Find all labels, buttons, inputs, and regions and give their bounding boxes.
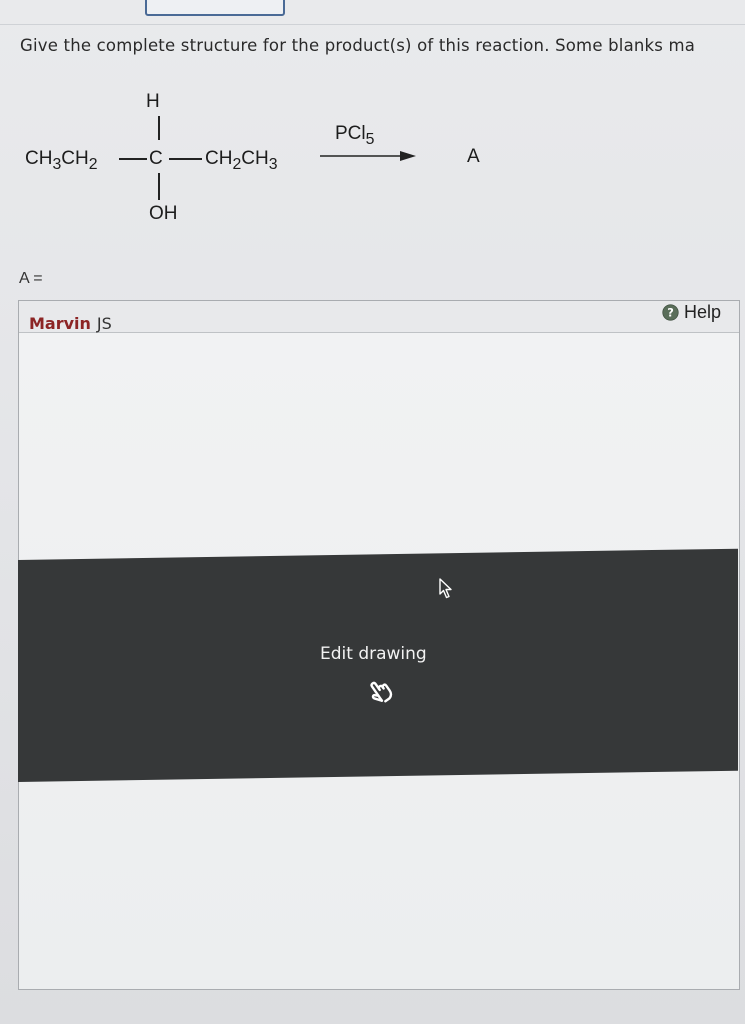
- product-label: A: [467, 146, 480, 167]
- answer-label: A =: [19, 270, 43, 287]
- marvin-header: Marvin JS ? Help: [19, 301, 739, 333]
- marvin-brand: Marvin: [29, 314, 91, 333]
- section-divider: [0, 24, 745, 25]
- marvin-js-label: JS: [96, 314, 112, 333]
- reaction-arrow-icon: [320, 151, 416, 161]
- mouse-pointer-icon: [439, 578, 452, 599]
- help-button[interactable]: ? Help: [662, 302, 721, 323]
- help-icon: ?: [662, 304, 679, 321]
- c-o-bond: [158, 173, 160, 200]
- left-c-c-bond: [119, 158, 147, 160]
- question-text: Give the complete structure for the prod…: [20, 36, 696, 55]
- right-c-c-bond: [169, 158, 202, 160]
- edit-drawing-label: Edit drawing: [320, 644, 427, 664]
- help-label: Help: [683, 302, 721, 322]
- edit-drawing-content: Edit drawing: [18, 560, 738, 782]
- hydroxyl-group-label: OH: [149, 203, 178, 224]
- svg-text:?: ?: [667, 305, 674, 319]
- ethyl-right-group: CH2CH3: [205, 148, 278, 173]
- previous-answer-box[interactable]: [145, 0, 285, 16]
- central-carbon-label: C: [149, 148, 163, 169]
- marvin-title: Marvin JS: [29, 314, 112, 333]
- hydrogen-atom-label: H: [146, 91, 160, 112]
- ethyl-left-group: CH3CH2: [25, 148, 98, 173]
- reagent-label: PCl5: [335, 123, 375, 148]
- c-h-bond: [158, 116, 160, 140]
- hand-pointer-icon: [370, 681, 393, 703]
- edit-drawing-overlay[interactable]: Edit drawing: [18, 548, 738, 782]
